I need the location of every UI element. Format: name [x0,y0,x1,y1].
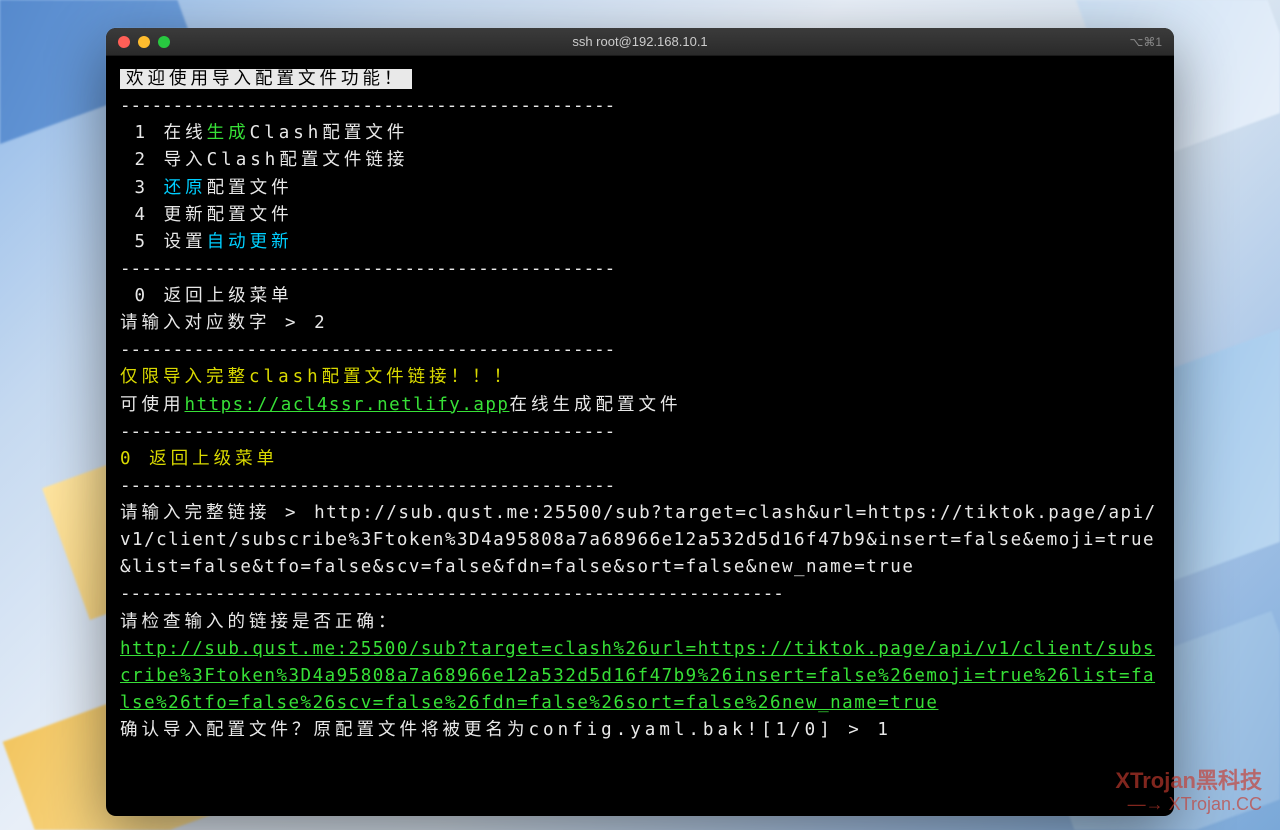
check-link[interactable]: http://sub.qust.me:25500/sub?target=clas… [120,639,1155,713]
separator: ----------------------------------------… [120,96,615,116]
window-shortcut: ⌥⌘1 [1129,35,1162,49]
menu-back-2: 0 返回上级菜单 [120,449,278,469]
menu-back: 0 返回上级菜单 [120,286,293,306]
separator: ----------------------------------------… [120,340,615,360]
menu-item-1: 1 在线生成Clash配置文件 [120,123,408,143]
help-line: 可使用https://acl4ssr.netlify.app在线生成配置文件 [120,395,681,415]
watermark-line2: —→ XTrojan.CC [1115,794,1262,816]
separator: ----------------------------------------… [120,259,615,279]
banner: 欢迎使用导入配置文件功能！ [120,69,412,89]
menu-item-3: 3 还原配置文件 [120,178,293,198]
window-title: ssh root@192.168.10.1 [106,34,1174,49]
watermark: XTrojan黑科技 —→ XTrojan.CC [1115,768,1262,816]
confirm-line: 确认导入配置文件？原配置文件将被更名为config.yaml.bak![1/0]… [120,720,889,740]
terminal-window: ssh root@192.168.10.1 ⌥⌘1 欢迎使用导入配置文件功能！ … [106,28,1174,816]
terminal-body[interactable]: 欢迎使用导入配置文件功能！ --------------------------… [106,56,1174,754]
prompt-url: 请输入完整链接 > http://sub.qust.me:25500/sub?t… [120,503,1157,577]
prompt-choice: 请输入对应数字 > 2 [120,313,329,333]
watermark-line1: XTrojan黑科技 [1115,768,1262,794]
menu-item-4: 4 更新配置文件 [120,205,293,225]
separator: ----------------------------------------… [120,476,615,496]
help-link[interactable]: https://acl4ssr.netlify.app [185,395,510,415]
separator: ----------------------------------------… [120,584,784,604]
menu-item-2: 2 导入Clash配置文件链接 [120,150,408,170]
separator: ----------------------------------------… [120,422,615,442]
menu-item-5: 5 设置自动更新 [120,232,293,252]
check-label: 请检查输入的链接是否正确： [120,612,400,632]
note-warning: 仅限导入完整clash配置文件链接！！！ [120,367,515,387]
titlebar: ssh root@192.168.10.1 ⌥⌘1 [106,28,1174,56]
